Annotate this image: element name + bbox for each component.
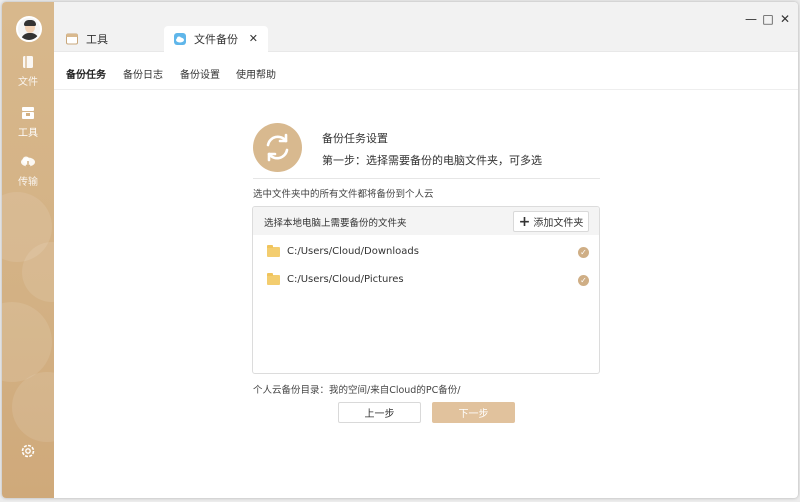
- folder-icon: [267, 273, 280, 285]
- tab-label: 工具: [86, 33, 108, 46]
- sub-nav: 备份任务 备份日志 备份设置 使用帮助: [54, 52, 798, 90]
- add-folder-button[interactable]: + 添加文件夹: [513, 211, 589, 232]
- subnav-backup-settings[interactable]: 备份设置: [180, 66, 220, 81]
- previous-step-button[interactable]: 上一步: [338, 402, 421, 423]
- sidebar-item-transfer[interactable]: 传输: [2, 154, 54, 188]
- divider: [253, 178, 600, 179]
- maximize-button[interactable]: □: [761, 12, 775, 26]
- cloud-transfer-icon: [20, 154, 36, 170]
- sidebar-item-label: 传输: [18, 177, 38, 188]
- subnav-backup-tasks[interactable]: 备份任务: [66, 66, 106, 81]
- list-item[interactable]: C:/Users/Cloud/Pictures ✓: [253, 271, 599, 291]
- folder-icon: [267, 245, 280, 257]
- avatar[interactable]: [16, 16, 42, 42]
- minimize-button[interactable]: —: [744, 12, 758, 26]
- tab-tools[interactable]: 工具: [66, 26, 156, 52]
- tab-file-backup[interactable]: 文件备份 ✕: [164, 26, 268, 52]
- check-icon[interactable]: ✓: [578, 275, 589, 286]
- file-icon: [20, 54, 36, 70]
- cloud-backup-icon: [174, 33, 186, 45]
- folder-list-panel: 选择本地电脑上需要备份的文件夹 + 添加文件夹 C:/Users/Cloud/D…: [252, 206, 600, 374]
- next-step-button[interactable]: 下一步: [432, 402, 515, 423]
- plus-icon: +: [518, 213, 531, 230]
- sync-badge: [253, 123, 302, 172]
- sidebar-item-label: 工具: [18, 128, 38, 139]
- panel-header: 选择本地电脑上需要备份的文件夹 + 添加文件夹: [253, 207, 599, 235]
- check-icon[interactable]: ✓: [578, 247, 589, 258]
- sidebar-item-label: 文件: [18, 77, 38, 88]
- folder-path: C:/Users/Cloud/Pictures: [287, 274, 404, 285]
- sidebar: 文件 工具 传输: [2, 2, 54, 498]
- gear-icon[interactable]: [20, 443, 36, 459]
- panel-header-label: 选择本地电脑上需要备份的文件夹: [264, 218, 407, 229]
- step-instruction: 第一步：选择需要备份的电脑文件夹，可多选: [322, 154, 542, 167]
- folder-path: C:/Users/Cloud/Downloads: [287, 246, 419, 257]
- toolbox-icon: [66, 33, 78, 45]
- sidebar-item-tools[interactable]: 工具: [2, 105, 54, 139]
- add-folder-label: 添加文件夹: [533, 218, 584, 229]
- tab-bar: 工具 文件备份 ✕ — □ ✕: [54, 2, 798, 52]
- app-window: 文件 工具 传输 工具 文件备份 ✕ — □ ✕ 备份任务 备份日志 备份设置 …: [2, 2, 798, 498]
- subnav-help[interactable]: 使用帮助: [236, 66, 276, 81]
- tab-label: 文件备份: [194, 33, 238, 46]
- close-button[interactable]: ✕: [778, 12, 792, 26]
- list-item[interactable]: C:/Users/Cloud/Downloads ✓: [253, 243, 599, 263]
- page-title: 备份任务设置: [322, 132, 388, 145]
- backup-destination: 个人云备份目录：我的空间/来自Cloud的PC备份/: [253, 385, 461, 396]
- backup-description: 选中文件夹中的所有文件都将备份到个人云: [253, 189, 434, 200]
- sidebar-item-files[interactable]: 文件: [2, 54, 54, 88]
- toolbox-icon: [20, 105, 36, 121]
- sync-icon: [266, 133, 289, 162]
- subnav-backup-log[interactable]: 备份日志: [123, 66, 163, 81]
- tab-close-icon[interactable]: ✕: [249, 32, 258, 45]
